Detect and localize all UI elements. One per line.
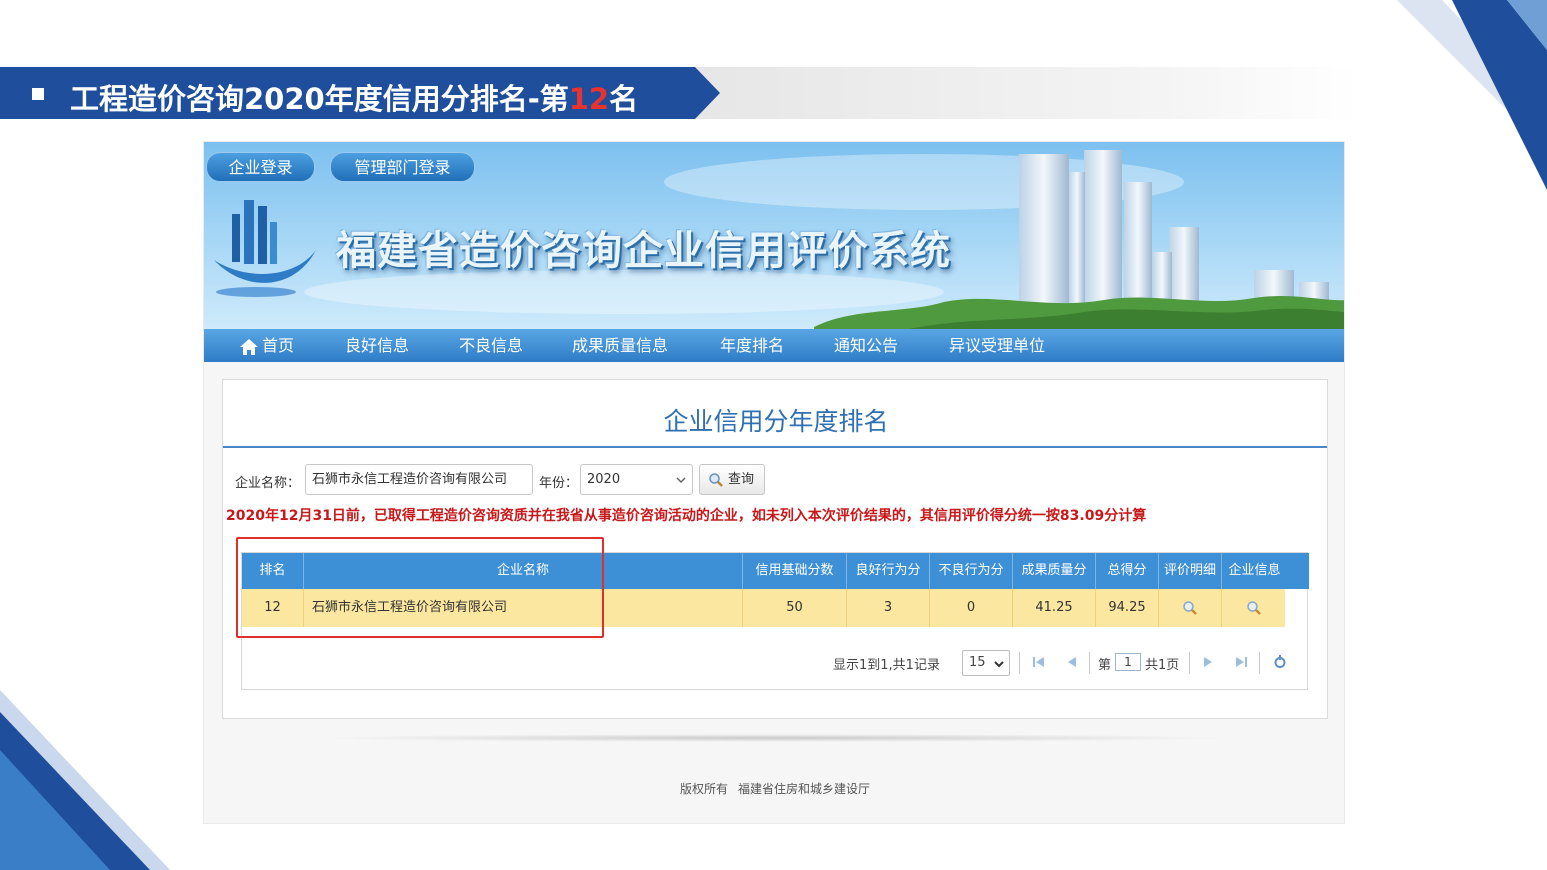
pager-divider bbox=[1089, 652, 1090, 674]
footer-copyright: 版权所有 bbox=[679, 782, 728, 796]
page-size-select[interactable]: 15 bbox=[962, 650, 1010, 676]
main-nav: 首页 良好信息 不良信息 成果质量信息 年度排名 通知公告 异议受理单位 bbox=[204, 329, 1344, 362]
nav-item-annual-ranking[interactable]: 年度排名 bbox=[720, 329, 784, 362]
pagination: 显示1到1,共1记录 15 第 1 共1页 bbox=[242, 648, 1309, 676]
title-divider bbox=[223, 446, 1327, 448]
cell-total-score: 94.25 bbox=[1096, 589, 1159, 627]
pager-divider bbox=[1259, 652, 1260, 674]
nav-item-quality-info[interactable]: 成果质量信息 bbox=[572, 329, 668, 362]
website-screenshot: 企业登录 管理部门登录 福建省造价咨询企业信用评价系统 首页 良好信息 不良信息… bbox=[203, 141, 1345, 824]
col-bad-score[interactable]: 不良行为分 bbox=[930, 553, 1013, 589]
corner-decoration-top-right bbox=[1397, 0, 1547, 190]
cell-detail bbox=[1159, 589, 1222, 627]
next-page-icon[interactable] bbox=[1200, 654, 1216, 670]
nav-item-home[interactable]: 首页 bbox=[240, 329, 294, 362]
view-company-icon[interactable] bbox=[1246, 600, 1262, 616]
highlight-box bbox=[236, 537, 604, 638]
cell-bad-score: 0 bbox=[930, 589, 1013, 627]
slide-title: 工程造价咨询2020年度信用分排名-第12名 bbox=[70, 82, 639, 116]
site-footer: 版权所有 福建省住房和城乡建设厅 bbox=[204, 780, 1344, 797]
nav-item-objection-units[interactable]: 异议受理单位 bbox=[949, 329, 1045, 362]
notice-text: 2020年12月31日前，已取得工程造价咨询资质并在我省从事造价咨询活动的企业，… bbox=[226, 508, 1147, 524]
chevron-down-icon bbox=[676, 477, 686, 484]
chevron-down-icon bbox=[994, 661, 1004, 668]
admin-login-button[interactable]: 管理部门登录 bbox=[330, 152, 475, 182]
pager-summary: 显示1到1,共1记录 bbox=[833, 658, 940, 673]
footer-divider bbox=[314, 734, 1234, 742]
last-page-icon[interactable] bbox=[1233, 654, 1249, 670]
title-bar-extension bbox=[690, 67, 1360, 119]
year-select[interactable]: 2020 bbox=[580, 464, 693, 495]
title-bullet bbox=[32, 88, 44, 100]
page-prefix: 第 bbox=[1098, 658, 1112, 673]
page-number-input[interactable]: 1 bbox=[1115, 653, 1141, 671]
col-good-score[interactable]: 良好行为分 bbox=[847, 553, 930, 589]
cell-company-info bbox=[1222, 589, 1285, 627]
company-name-input[interactable]: 石狮市永信工程造价咨询有限公司 bbox=[305, 464, 533, 495]
refresh-icon[interactable] bbox=[1272, 654, 1288, 670]
page-title: 企业信用分年度排名 bbox=[663, 407, 889, 436]
company-label: 企业名称： bbox=[235, 476, 301, 491]
search-icon bbox=[709, 473, 723, 487]
cell-good-score: 3 bbox=[847, 589, 930, 627]
col-total-score[interactable]: 总得分 bbox=[1096, 553, 1159, 589]
pager-divider bbox=[1189, 652, 1190, 674]
footer-owner: 福建省住房和城乡建设厅 bbox=[738, 782, 871, 796]
cell-base-score: 50 bbox=[743, 589, 847, 627]
nav-item-good-info[interactable]: 良好信息 bbox=[345, 329, 409, 362]
corner-decoration-bottom-left bbox=[0, 690, 170, 870]
year-label: 年份： bbox=[539, 476, 579, 491]
banner-title: 福建省造价咨询企业信用评价系统 bbox=[336, 227, 951, 274]
pager-divider bbox=[1019, 652, 1020, 674]
col-company-info[interactable]: 企业信息 bbox=[1222, 553, 1287, 589]
page-total: 共1页 bbox=[1145, 658, 1180, 673]
title-rank: 12 bbox=[568, 82, 610, 116]
first-page-icon[interactable] bbox=[1031, 654, 1047, 670]
slide: 工程造价咨询2020年度信用分排名-第12名 企业登录 管理部门登录 福建省造价… bbox=[0, 0, 1547, 870]
home-icon bbox=[240, 338, 258, 355]
col-detail[interactable]: 评价明细 bbox=[1159, 553, 1222, 589]
enterprise-login-button[interactable]: 企业登录 bbox=[206, 152, 315, 182]
nav-item-notices[interactable]: 通知公告 bbox=[834, 329, 898, 362]
col-base-score[interactable]: 信用基础分数 bbox=[743, 553, 847, 589]
cell-quality-score: 41.25 bbox=[1013, 589, 1096, 627]
view-detail-icon[interactable] bbox=[1182, 600, 1198, 616]
prev-page-icon[interactable] bbox=[1064, 654, 1080, 670]
search-form: 企业名称： 石狮市永信工程造价咨询有限公司 年份： 2020 查询 bbox=[235, 463, 1315, 495]
query-button[interactable]: 查询 bbox=[699, 464, 766, 495]
col-quality-score[interactable]: 成果质量分 bbox=[1013, 553, 1096, 589]
nav-item-bad-info[interactable]: 不良信息 bbox=[459, 329, 523, 362]
